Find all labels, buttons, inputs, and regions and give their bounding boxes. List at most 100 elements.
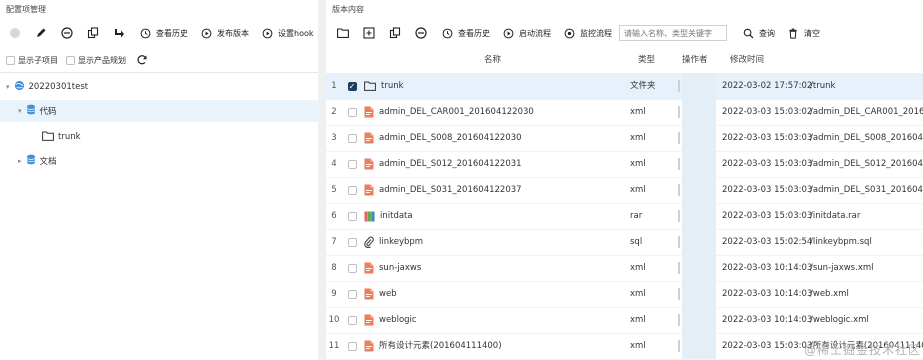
caret-down-icon[interactable]: ▾ bbox=[6, 83, 10, 91]
table-row[interactable]: 6 initdata rar 2022-03-03 15:03:03/initdata… bbox=[326, 203, 923, 230]
start-flow-button[interactable]: 启动流程 bbox=[497, 23, 554, 43]
table-row[interactable]: 8 sun-jaxws xml 2022-03-03 10:14:03/sun-jax… bbox=[326, 255, 923, 282]
turn-right-icon bbox=[111, 25, 127, 41]
file-name-cell[interactable]: admin_DEL_S008_201604122030 bbox=[364, 125, 614, 151]
file-name-cell[interactable]: sun-jaxws bbox=[364, 255, 614, 281]
add-circle-button[interactable] bbox=[4, 23, 26, 43]
column-header-modified[interactable]: 修改时间 bbox=[730, 50, 764, 70]
file-name-cell[interactable]: admin_DEL_CAR001_201604122030 bbox=[364, 99, 614, 125]
file-icon bbox=[364, 158, 374, 170]
row-checkbox[interactable] bbox=[346, 281, 358, 307]
checkbox[interactable] bbox=[347, 133, 357, 143]
file-name-cell[interactable]: weblogic bbox=[364, 307, 614, 333]
row-checkbox[interactable] bbox=[346, 255, 358, 281]
table-row[interactable]: 4 admin_DEL_S012_201604122031 xml 2022-03-0… bbox=[326, 151, 923, 178]
file-name: weblogic bbox=[379, 315, 417, 325]
tree-node-code[interactable]: ▾ 代码 bbox=[0, 100, 318, 122]
monitor-flow-button[interactable]: 监控流程 bbox=[558, 23, 615, 43]
caret-right-icon[interactable]: ▸ bbox=[18, 157, 22, 165]
set-hook-button[interactable]: 设置hook bbox=[256, 23, 317, 43]
publish-version-button[interactable]: 发布版本 bbox=[195, 23, 252, 43]
file-type: sql bbox=[630, 237, 643, 247]
row-checkbox[interactable]: ✓ bbox=[346, 73, 358, 99]
caret-down-icon[interactable]: ▾ bbox=[18, 107, 22, 115]
table-row[interactable]: 2 admin_DEL_CAR001_201604122030 xml 2022-03… bbox=[326, 99, 923, 126]
row-checkbox[interactable] bbox=[346, 229, 358, 255]
monitor-flow-label: 监控流程 bbox=[580, 28, 612, 38]
tree-node-root[interactable]: ▾ 20220301test bbox=[6, 76, 306, 98]
minus-circle-icon bbox=[59, 25, 75, 41]
show-children-checkbox[interactable] bbox=[6, 55, 15, 65]
checkbox[interactable] bbox=[347, 263, 357, 273]
row-checkbox[interactable] bbox=[346, 151, 358, 177]
tree-node-trunk[interactable]: trunk bbox=[42, 126, 302, 148]
trash-icon bbox=[785, 25, 801, 41]
file-path: /weblogic.xml bbox=[810, 315, 869, 325]
checkbox[interactable] bbox=[347, 315, 357, 325]
row-checkbox[interactable] bbox=[346, 307, 358, 333]
tree-node-label: trunk bbox=[58, 132, 81, 142]
column-header-operator[interactable]: 操作者 bbox=[682, 50, 708, 70]
file-path: /linkeybpm.sql bbox=[810, 237, 872, 247]
file-name-cell[interactable]: linkeybpm bbox=[364, 229, 614, 255]
table-row[interactable]: 9 web xml 2022-03-03 10:14:03/web.xml bbox=[326, 281, 923, 308]
file-name-cell[interactable]: admin_DEL_S031_201604122037 bbox=[364, 177, 614, 203]
show-product-plan-option[interactable]: 显示产品规划 bbox=[66, 55, 126, 66]
tree-node-docs[interactable]: ▸ 文档 bbox=[18, 150, 298, 172]
column-header-type[interactable]: 类型 bbox=[638, 50, 655, 70]
table-row[interactable]: 1 ✓ trunk 文件夹 2022-03-02 17:57:02/trunk bbox=[326, 73, 923, 100]
checkbox[interactable] bbox=[347, 341, 357, 351]
refresh-icon[interactable] bbox=[134, 52, 150, 68]
checkbox[interactable] bbox=[347, 185, 357, 195]
show-product-plan-label: 显示产品规划 bbox=[78, 55, 126, 65]
checkbox[interactable] bbox=[347, 237, 357, 247]
row-number: 11 bbox=[328, 341, 340, 351]
row-checkbox[interactable] bbox=[346, 333, 358, 359]
checkbox[interactable] bbox=[347, 211, 357, 221]
checked-checkbox[interactable]: ✓ bbox=[347, 81, 357, 91]
copy-button[interactable] bbox=[82, 23, 104, 43]
file-type: xml bbox=[630, 133, 646, 143]
row-checkbox[interactable] bbox=[346, 125, 358, 151]
grid-header: 名称 类型 操作者 修改时间 bbox=[326, 50, 923, 70]
row-checkbox[interactable] bbox=[346, 203, 358, 229]
file-name-cell[interactable]: admin_DEL_S012_201604122031 bbox=[364, 151, 614, 177]
remove-button[interactable] bbox=[410, 23, 432, 43]
add-circle-icon bbox=[7, 25, 23, 41]
clear-button[interactable]: 清空 bbox=[782, 23, 823, 43]
edit-button[interactable] bbox=[30, 23, 52, 43]
move-button[interactable] bbox=[108, 23, 130, 43]
query-button[interactable]: 查询 bbox=[737, 23, 778, 43]
table-row[interactable]: 5 admin_DEL_S031_201604122037 xml 2022-03-0… bbox=[326, 177, 923, 204]
search-input[interactable] bbox=[619, 25, 727, 41]
file-name-cell[interactable]: web bbox=[364, 281, 614, 307]
file-name-cell[interactable]: trunk bbox=[364, 73, 614, 99]
table-row[interactable]: 3 admin_DEL_S008_201604122030 xml 2022-03-0… bbox=[326, 125, 923, 152]
file-name-cell[interactable]: 所有设计元素(201604111400) bbox=[364, 333, 614, 359]
show-product-plan-checkbox[interactable] bbox=[66, 55, 75, 65]
operator-cell-redacted bbox=[682, 203, 716, 229]
copy-button[interactable] bbox=[384, 23, 406, 43]
add-file-button[interactable] bbox=[358, 23, 380, 43]
row-checkbox[interactable] bbox=[346, 177, 358, 203]
file-name-cell[interactable]: initdata bbox=[364, 203, 614, 229]
file-type: rar bbox=[630, 211, 643, 221]
tree-options: 显示子项目 显示产品规划 bbox=[6, 52, 150, 68]
row-checkbox[interactable] bbox=[346, 99, 358, 125]
new-folder-button[interactable] bbox=[332, 23, 354, 43]
file-path: /web.xml bbox=[810, 289, 849, 299]
view-history-button[interactable]: 查看历史 bbox=[134, 23, 191, 43]
table-row[interactable]: 7 linkeybpm sql 2022-03-03 15:02:54/linkeyb… bbox=[326, 229, 923, 256]
modified-time: 2022-03-02 17:57:02 bbox=[722, 81, 812, 91]
splitter[interactable] bbox=[318, 0, 326, 360]
column-header-name[interactable]: 名称 bbox=[484, 50, 501, 70]
remove-button[interactable] bbox=[56, 23, 78, 43]
file-type: xml bbox=[630, 341, 646, 351]
table-row[interactable]: 10 weblogic xml 2022-03-03 10:14:03/weblogi… bbox=[326, 307, 923, 334]
checkbox[interactable] bbox=[347, 159, 357, 169]
checkbox[interactable] bbox=[347, 107, 357, 117]
view-history-button[interactable]: 查看历史 bbox=[436, 23, 493, 43]
checkbox[interactable] bbox=[347, 289, 357, 299]
show-children-option[interactable]: 显示子项目 bbox=[6, 55, 58, 66]
operator-cell-redacted bbox=[682, 177, 716, 203]
